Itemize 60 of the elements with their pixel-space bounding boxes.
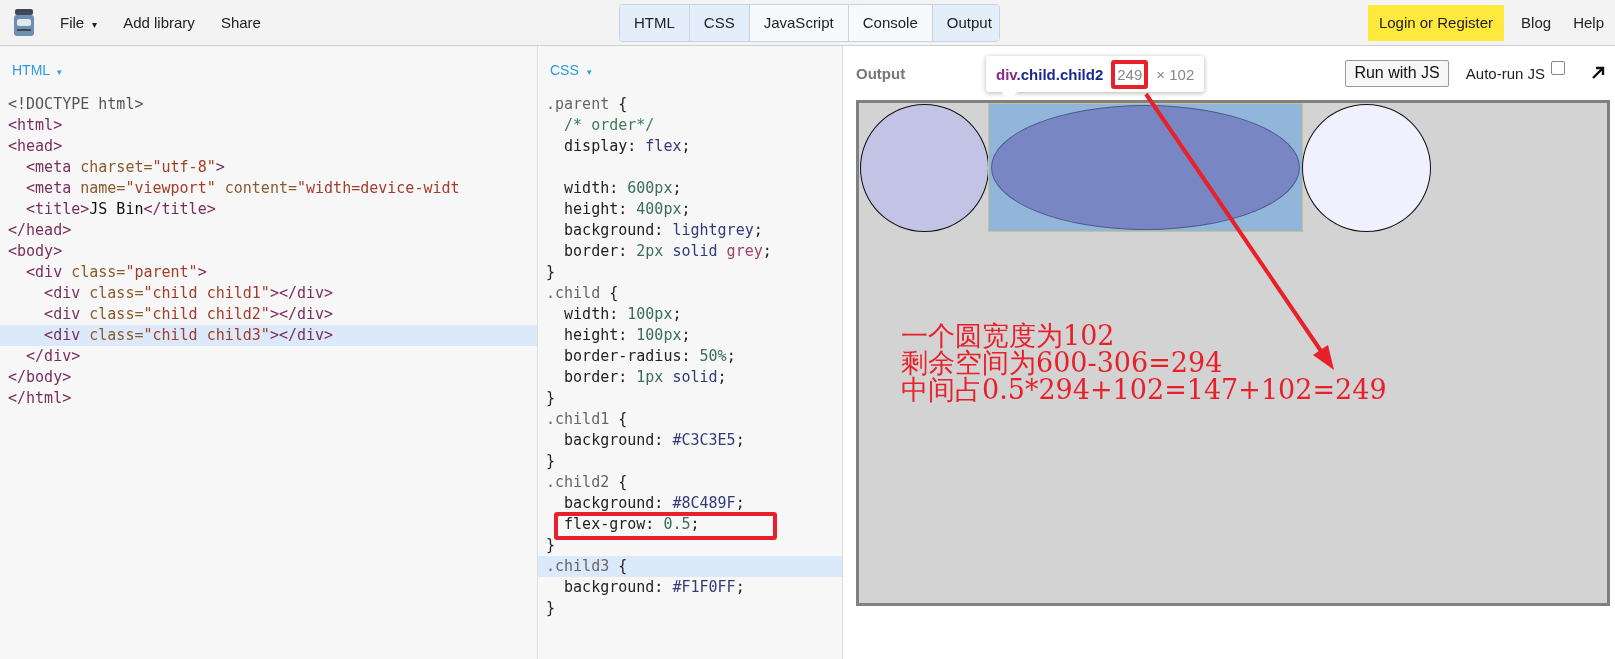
menu-button[interactable]: Add library — [123, 14, 195, 31]
annotation-text: 一个圆宽度为102 — [901, 322, 1116, 349]
code-line: background: #F1F0FF; — [563, 577, 746, 598]
code-line: <head> — [7, 136, 64, 157]
menu-button[interactable]: File ▾ — [60, 14, 98, 31]
code-line: <meta name="viewport" content="width=device-widt — [25, 178, 461, 199]
code-line: background: lightgrey; — [563, 220, 764, 241]
code-line: height: 100px; — [563, 325, 692, 346]
panel-tab[interactable]: HTML — [620, 4, 689, 41]
code-line: border-radius: 50%; — [563, 346, 737, 367]
login-button[interactable]: Login or Register — [1367, 4, 1505, 41]
run-button[interactable]: Run with JS — [1345, 59, 1449, 87]
element-selector: div.child.child2 — [996, 65, 1104, 83]
annotation-text: 剩余空间为600-306=294 — [901, 349, 1224, 376]
code-line: </html> — [7, 388, 73, 409]
code-line: border: 1px solid; — [563, 367, 728, 388]
code-line: background: #8C489F; — [563, 493, 746, 514]
code-line: width: 600px; — [563, 178, 683, 199]
annotation-text: 中间占0.5*294+102=147+102=249 — [901, 376, 1387, 403]
code-line: <body> — [7, 241, 64, 262]
code-line: flex-grow: 0.5; — [538, 514, 842, 535]
code-line: </body> — [7, 367, 73, 388]
nav-link[interactable]: Help — [1562, 14, 1615, 31]
menu-button[interactable]: Share — [220, 14, 261, 31]
code-line: <html> — [7, 115, 64, 136]
code-line: </div> — [25, 346, 82, 367]
code-line: /* order*/ — [563, 115, 656, 136]
code-line: } — [545, 451, 557, 472]
checkbox[interactable] — [1551, 61, 1565, 75]
code-line: <title>JS Bin</title> — [25, 199, 217, 220]
code-line: <div class="child child1"></div> — [43, 283, 335, 304]
code-line: .parent { — [545, 94, 629, 115]
code-line: </head> — [7, 220, 73, 241]
nav-link[interactable]: Blog — [1510, 14, 1563, 31]
code-line: } — [545, 388, 557, 409]
code-line: } — [545, 262, 557, 283]
height-value: × 102 — [1156, 65, 1195, 83]
expand-icon[interactable] — [1591, 66, 1605, 80]
bin-icon[interactable] — [12, 7, 36, 38]
panel-title: Output — [856, 64, 906, 82]
code-line: height: 400px; — [563, 199, 692, 220]
panel-tab[interactable]: Console — [847, 4, 932, 41]
code-line: <!DOCTYPE html> — [7, 94, 145, 115]
code-line: <div class="child child2"></div> — [43, 304, 335, 325]
code-line: <div class="parent"> — [25, 262, 208, 283]
code-line: } — [545, 535, 557, 556]
panel-tab[interactable]: JavaScript — [748, 4, 848, 41]
code-line: .child { — [545, 283, 620, 304]
code-line: <meta charset="utf-8"> — [25, 157, 226, 178]
panel-tab[interactable]: CSS — [688, 4, 749, 41]
code-line: .child1 { — [545, 409, 629, 430]
panel-tab[interactable]: Output — [931, 4, 999, 41]
code-line: width: 100px; — [563, 304, 683, 325]
autorun-label: Auto-run JS — [1465, 64, 1545, 82]
code-line: display: flex; — [563, 136, 692, 157]
code-line: } — [545, 598, 557, 619]
width-value: 249 — [1111, 59, 1149, 89]
code-line: background: #C3C3E5; — [563, 430, 746, 451]
code-line: border: 2px solid grey; — [563, 241, 773, 262]
code-line: .child2 { — [545, 472, 629, 493]
